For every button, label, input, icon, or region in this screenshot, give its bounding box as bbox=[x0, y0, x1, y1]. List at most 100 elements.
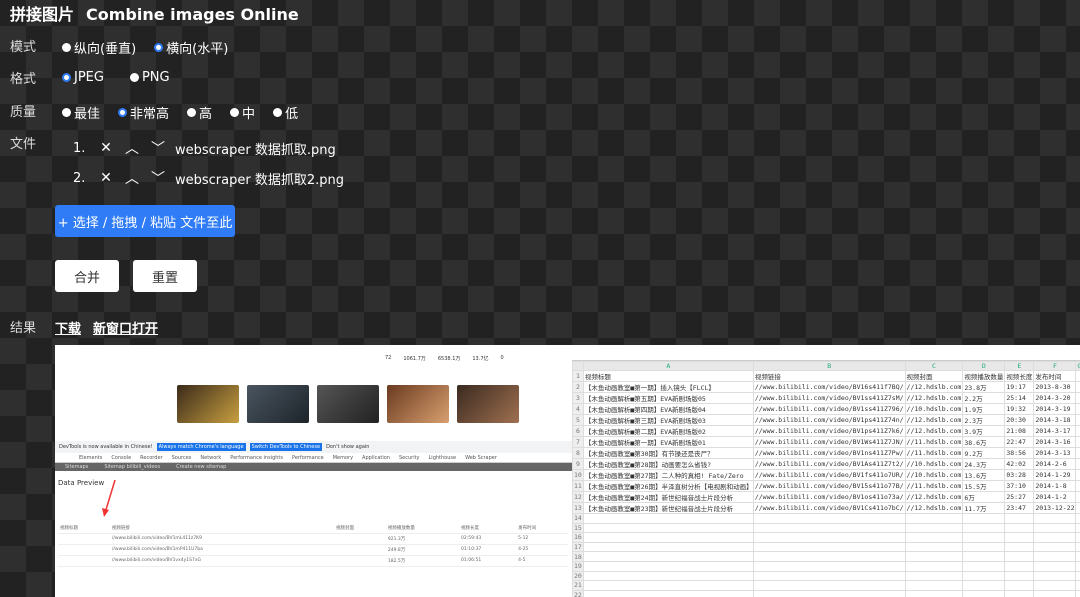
sheet-row: 5 【木鱼动画解析■第三期】EVA新剧场版03//www.bilibili.com… bbox=[572, 414, 1080, 426]
video-thumbnail bbox=[317, 385, 379, 423]
cell: //www.bilibili.com/video/BV1Cs411o7bC/ bbox=[752, 502, 906, 514]
devtools-tab: Web Scraper bbox=[465, 454, 497, 461]
cell: 21:08 bbox=[1004, 425, 1035, 437]
sheet-row: 12 【木鱼动画教室■第24期】新世纪福音战士片段分析//www.bilibili… bbox=[572, 491, 1080, 503]
select-files-button[interactable]: + 选择 / 拖拽 / 粘贴 文件至此 bbox=[55, 205, 235, 237]
sheet-row: 11 【木鱼动画教室■第26期】半泽直树分析【电视剧和动画】//www.bilib… bbox=[572, 480, 1080, 492]
sheet-row: 2 【木鱼动画教室■第一期】插入镜头【FLCL】//www.bilibili.co… bbox=[572, 381, 1080, 393]
radio-label: 横向(水平) bbox=[166, 42, 229, 57]
cell: 2014-3-18 bbox=[1033, 414, 1077, 426]
cell: //11.hdslb.com bbox=[904, 480, 964, 492]
format-jpeg-radio[interactable]: JPEG bbox=[62, 70, 104, 85]
data-preview-title: Data Preview bbox=[58, 479, 105, 487]
radio-label: JPEG bbox=[74, 70, 104, 85]
cell: 2014-3-20 bbox=[1033, 392, 1077, 404]
quality-medium-radio[interactable]: 中 bbox=[230, 103, 255, 122]
cell: //www.bilibili.com/video/BV1ss411Z796/ bbox=[752, 403, 906, 415]
mode-horizontal-radio[interactable]: 横向(水平) bbox=[154, 38, 228, 57]
title-en: Combine images Online bbox=[86, 5, 299, 24]
file-name: webscraper 数据抓取2.png bbox=[175, 172, 344, 188]
col-header: 视频标题 bbox=[58, 523, 110, 534]
column-letter: C bbox=[904, 361, 964, 371]
cell: 2014-3-17 bbox=[1033, 425, 1077, 437]
cell: 13.6万 bbox=[962, 469, 1006, 481]
format-label: 格式 bbox=[10, 72, 37, 87]
mode-vertical-radio[interactable]: 纵向(垂直) bbox=[62, 38, 136, 57]
download-link[interactable]: 下载 bbox=[55, 318, 81, 337]
quality-very-high-radio[interactable]: 非常高 bbox=[118, 103, 169, 122]
format-png-radio[interactable]: PNG bbox=[129, 70, 170, 85]
devtools-tab: Network bbox=[200, 454, 222, 461]
stats: 72 1061.7万 6538.1万 13.7亿 0 bbox=[385, 355, 504, 362]
cell: //12.hdslb.com bbox=[904, 381, 964, 393]
radio-dot bbox=[62, 43, 71, 52]
move-down-icon[interactable]: ﹀ bbox=[145, 168, 171, 188]
result-spreadsheet-part: ABCDEFG1视频标题视频链接视频封面视频播放数量视频长度发布时间2【木鱼动画… bbox=[572, 345, 1080, 597]
data-preview-table: 视频标题 视频链接 视频封面 视频播放数量 视频长度 发布时间 //www.bilibil… bbox=[58, 523, 568, 567]
cell: 25:27 bbox=[1004, 491, 1035, 503]
sheet-row: 3 【木鱼动画解析■第五期】EVA新剧场版05//www.bilibili.com… bbox=[572, 392, 1080, 404]
table-row: //www.bilibili.com/video/BV1mL411z7K9 921… bbox=[58, 533, 568, 545]
devtools-tab: Console bbox=[111, 454, 132, 461]
cell: 24.3万 bbox=[962, 458, 1006, 470]
cell: 【木鱼动画解析■第三期】EVA新剧场版03 bbox=[582, 414, 754, 426]
subtab: Create new sitemap bbox=[176, 464, 227, 470]
cell: //10.hdslb.com bbox=[904, 403, 964, 415]
cell: //11.hdslb.com bbox=[904, 436, 964, 448]
devtools-notice: DevTools is now available in Chinese! Alw… bbox=[55, 441, 572, 453]
radio-label: 低 bbox=[285, 107, 299, 122]
cell: 11.7万 bbox=[962, 502, 1006, 514]
cell: //www.bilibili.com/video/BV16s411f7BQ/ bbox=[752, 381, 906, 393]
red-arrow-icon bbox=[102, 479, 116, 517]
cell: 42:02 bbox=[1004, 458, 1035, 470]
move-up-icon[interactable]: ︿ bbox=[119, 138, 145, 158]
column-letter: B bbox=[752, 361, 906, 371]
cell: //www.bilibili.com/video/BV1As411Z7t2/ bbox=[752, 458, 906, 470]
devtools-tab: Performance bbox=[292, 454, 324, 461]
sheet-row: 4 【木鱼动画解析■第四期】EVA新剧场版04//www.bilibili.com… bbox=[572, 403, 1080, 415]
quality-high-radio[interactable]: 高 bbox=[187, 103, 212, 122]
devtools-tab: Sources bbox=[171, 454, 192, 461]
cell: 921.3万 bbox=[385, 533, 459, 545]
cell: 03:28 bbox=[1004, 469, 1035, 481]
subtab: Sitemaps bbox=[65, 464, 89, 470]
video-thumbnail bbox=[177, 385, 239, 423]
cell: 19:32 bbox=[1004, 403, 1035, 415]
quality-best-radio[interactable]: 最佳 bbox=[62, 103, 100, 122]
merge-button[interactable]: 合并 bbox=[55, 260, 119, 292]
format-options: JPEG PNG bbox=[62, 70, 170, 85]
cell: 【木鱼动画解析■第五期】EVA新剧场版05 bbox=[582, 392, 754, 404]
cell: 01:06:51 bbox=[458, 555, 517, 567]
devtools-tabs: Elements Console Recorder Sources Network Per… bbox=[55, 453, 572, 463]
remove-icon[interactable]: ✕ bbox=[93, 170, 119, 186]
move-up-icon[interactable]: ︿ bbox=[119, 168, 145, 188]
switch-language-button: Switch DevTools to Chinese bbox=[249, 443, 323, 451]
cell: 2014-3-19 bbox=[1033, 403, 1077, 415]
cell: //www.bilibili.com/video/BV1os411o73a/ bbox=[752, 491, 906, 503]
cell: 2014-1-2 bbox=[1033, 491, 1077, 503]
column-letter: D bbox=[962, 361, 1006, 371]
result-image: 72 1061.7万 6538.1万 13.7亿 0 DevTools is now a… bbox=[55, 345, 1080, 597]
move-down-icon[interactable]: ﹀ bbox=[145, 138, 171, 158]
cell: //www.bilibili.com/video/BV1fs411o7UR/ bbox=[752, 469, 906, 481]
header-cell: 视频播放数量 bbox=[962, 370, 1006, 382]
remove-icon[interactable]: ✕ bbox=[93, 140, 119, 156]
radio-label: 最佳 bbox=[74, 107, 101, 122]
devtools-tab: Recorder bbox=[140, 454, 163, 461]
stat: 6538.1万 bbox=[437, 356, 461, 362]
cell: 01:10:37 bbox=[458, 544, 517, 556]
mode-options: 纵向(垂直) 横向(水平) bbox=[62, 38, 228, 57]
cell: //11.hdslb.com bbox=[904, 447, 964, 459]
spreadsheet-table: ABCDEFG1视频标题视频链接视频封面视频播放数量视频长度发布时间2【木鱼动画… bbox=[572, 361, 1080, 597]
cell: //12.hdslb.com bbox=[904, 502, 964, 514]
cell: 4-5 bbox=[516, 555, 568, 567]
cell: 2013-8-30 bbox=[1033, 381, 1077, 393]
page-title: 拼接图片 Combine images Online bbox=[10, 1, 299, 25]
quality-low-radio[interactable]: 低 bbox=[273, 103, 298, 122]
cell: 23:47 bbox=[1004, 502, 1035, 514]
sheet-row: 13 【木鱼动画教室■第23期】新世纪福音战士片段分析//www.bilibili… bbox=[572, 502, 1080, 514]
cell: 3.9万 bbox=[962, 425, 1006, 437]
reset-button[interactable]: 重置 bbox=[133, 260, 197, 292]
open-new-window-link[interactable]: 新窗口打开 bbox=[93, 318, 158, 337]
quality-options: 最佳 非常高 高 中 低 bbox=[62, 103, 298, 122]
